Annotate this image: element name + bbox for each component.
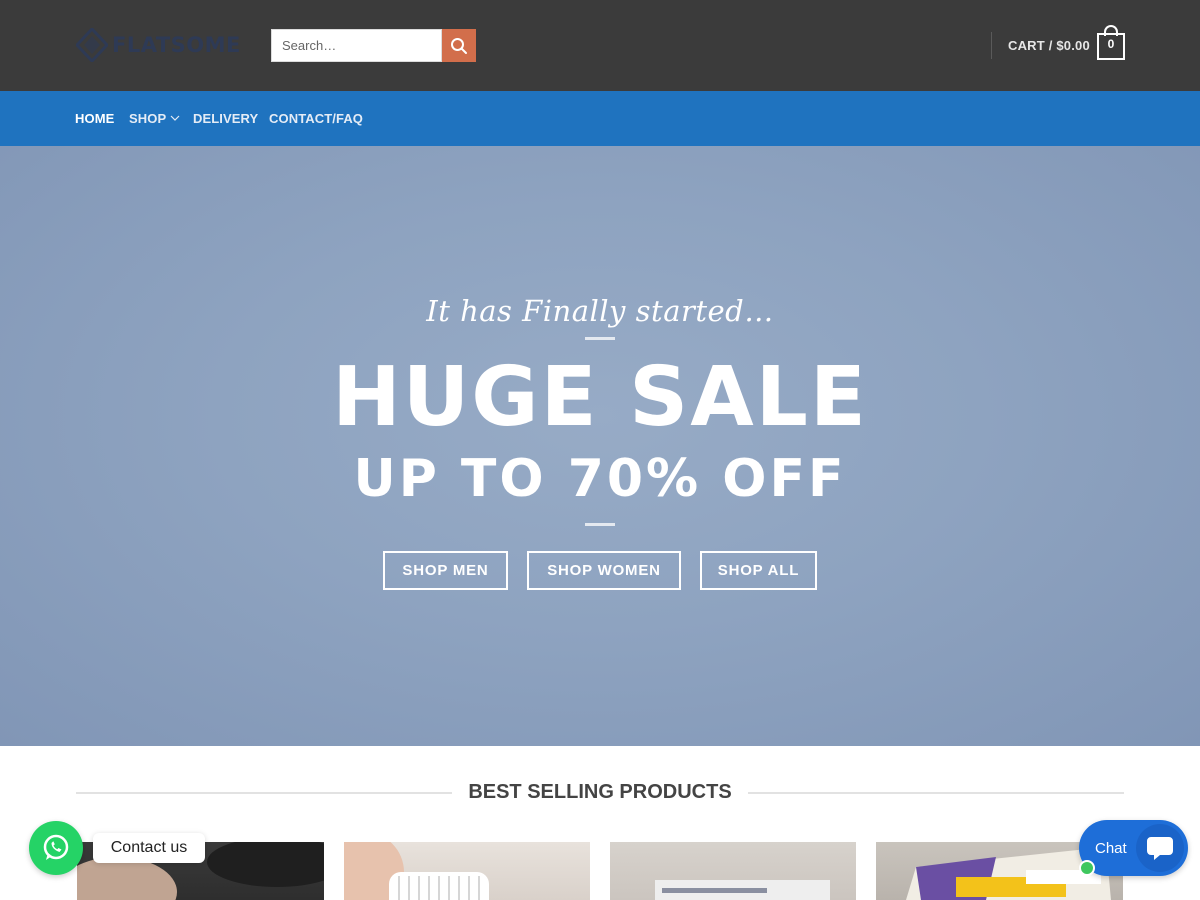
cart-count: 0 [1107,37,1115,51]
main-nav: HOME SHOP DELIVERY CONTACT/FAQ [0,91,1200,146]
hero-title: HUGE SALE [332,350,868,445]
nav-item-label: SHOP [129,111,167,126]
shop-men-button[interactable]: SHOP MEN [383,551,508,590]
chat-widget-button[interactable]: Chat [1079,820,1188,876]
best-selling-heading: BEST SELLING PRODUCTS [76,779,1124,807]
cart-icon[interactable]: 0 [1097,25,1125,61]
shop-all-button[interactable]: SHOP ALL [700,551,817,590]
logo-icon [76,28,108,62]
chat-label: Chat [1095,839,1127,857]
contact-us-bubble[interactable]: Contact us [93,833,205,863]
site-header: FLATSOME CART / $0.00 0 [0,0,1200,91]
hero-tagline: It has Finally started… [426,294,774,328]
search-input[interactable] [271,29,442,62]
nav-item-contact-faq[interactable]: CONTACT/FAQ [269,111,363,126]
search-icon [451,37,467,54]
hero-divider-bottom [585,523,615,526]
whatsapp-icon [43,834,69,860]
header-divider [991,32,992,59]
online-status-indicator [1079,860,1095,876]
nav-item-delivery[interactable]: DELIVERY [193,111,258,126]
chevron-down-icon [170,115,180,121]
hero-subtitle: UP TO 70% OFF [353,449,847,509]
product-image[interactable] [344,842,590,900]
shop-women-button[interactable]: SHOP WOMEN [527,551,681,590]
nav-item-home[interactable]: HOME [75,111,114,126]
search-button[interactable] [442,29,476,62]
site-logo[interactable]: FLATSOME [76,27,241,63]
nav-item-shop[interactable]: SHOP [129,111,180,126]
nav-item-label: DELIVERY [193,111,259,126]
hero-banner: It has Finally started… HUGE SALE UP TO … [0,146,1200,746]
product-image[interactable] [610,842,856,900]
cart-link[interactable]: CART / $0.00 [1008,38,1090,53]
section-title: BEST SELLING PRODUCTS [452,781,748,803]
chat-bubble-icon [1147,837,1173,860]
whatsapp-button[interactable] [29,821,83,875]
search-form [271,29,476,62]
hero-divider-top [585,337,615,340]
logo-text: FLATSOME [112,33,241,57]
nav-item-label: CONTACT/FAQ [269,111,364,126]
nav-item-label: HOME [75,111,115,126]
